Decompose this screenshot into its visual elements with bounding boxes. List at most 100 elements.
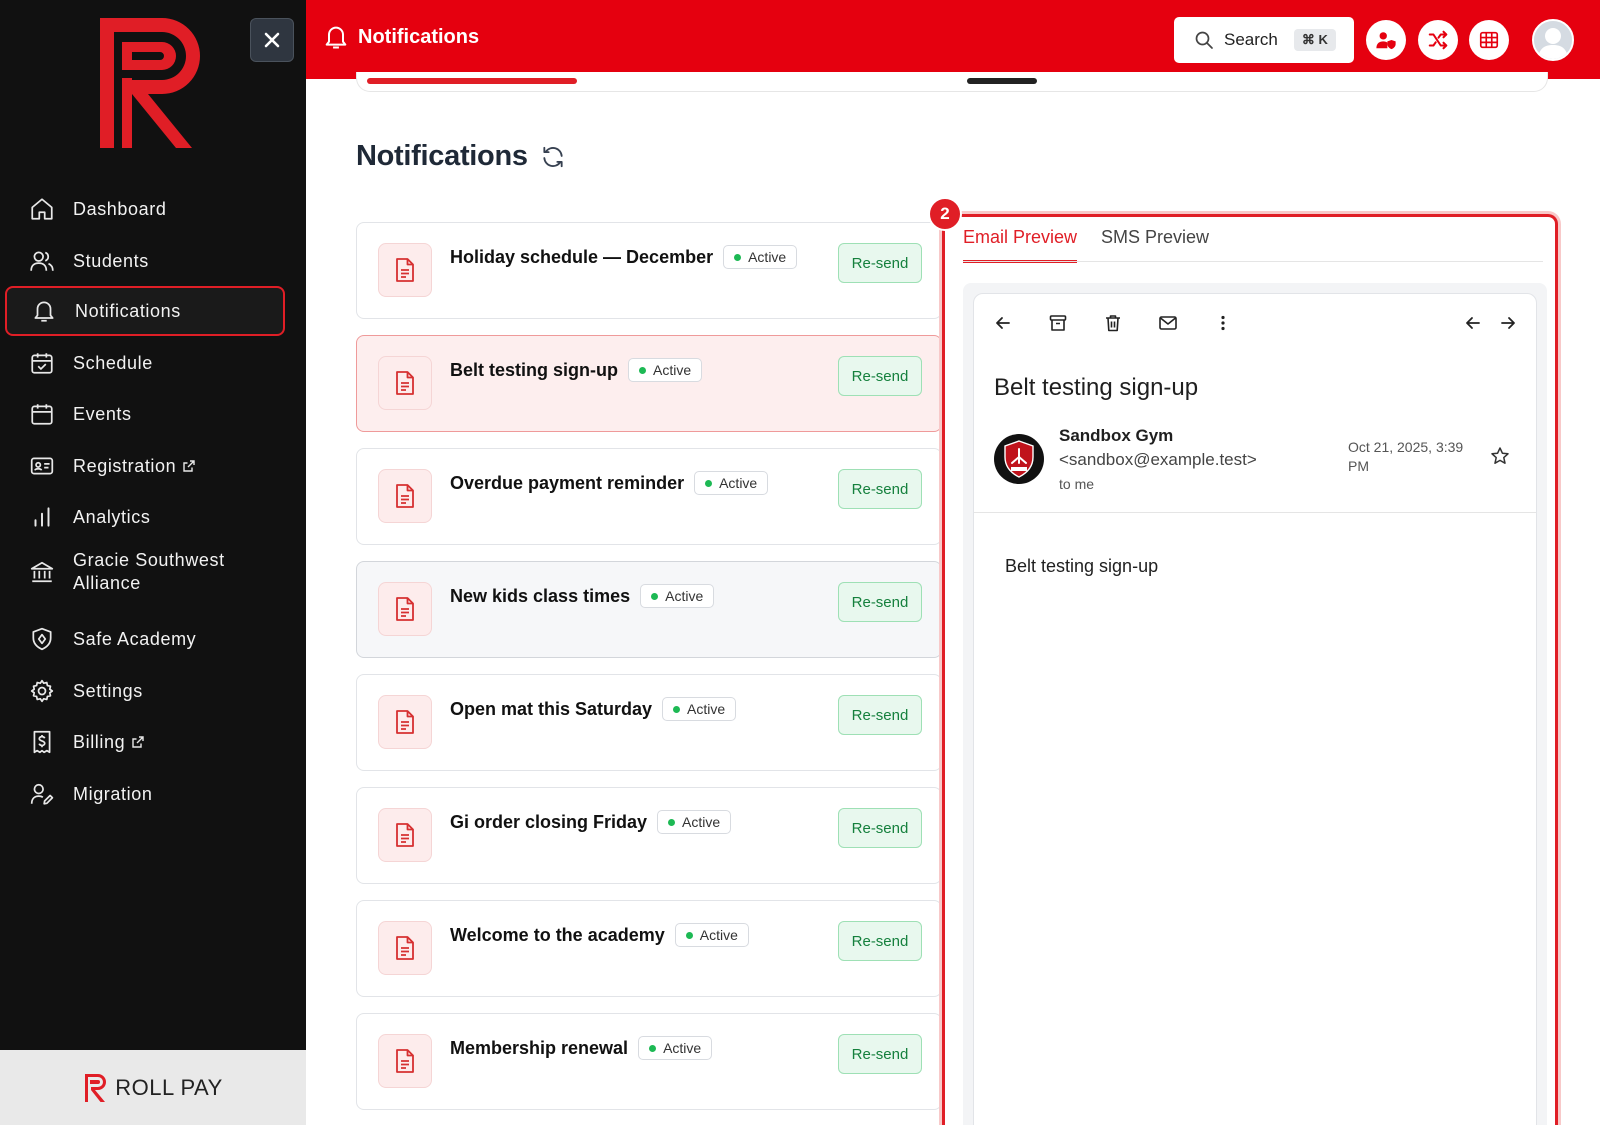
sidebar-item-label: Gracie Southwest Alliance: [73, 550, 225, 593]
external-link-icon: [131, 735, 145, 749]
status-text: Active: [665, 588, 704, 604]
notification-title: Membership renewal: [450, 1037, 629, 1058]
gym-shield-logo-icon: [1004, 440, 1034, 478]
email-header-divider: [974, 512, 1536, 513]
document-icon: [378, 695, 432, 749]
shield-icon: [27, 624, 57, 654]
status-dot-icon: [668, 818, 676, 826]
notification-card[interactable]: Welcome to the academy Active Re-send: [356, 900, 942, 997]
close-sidebar-button[interactable]: [250, 18, 294, 62]
grid-table-button[interactable]: [1469, 20, 1509, 60]
tab-email-preview[interactable]: Email Preview: [963, 227, 1078, 263]
status-badge: Active: [674, 923, 749, 947]
sidebar-item-students[interactable]: Students: [5, 236, 285, 286]
rollpay-wordmark: ROLL PAY: [115, 1074, 223, 1100]
search-shortcut-badge: ⌘ K: [1293, 29, 1336, 51]
more-vertical-icon[interactable]: [1210, 310, 1236, 336]
sidebar-item-settings[interactable]: Settings: [5, 666, 285, 716]
email-body: Belt testing sign-up: [1005, 556, 1159, 576]
avatar[interactable]: [1532, 19, 1574, 61]
sidebar-item-notifications[interactable]: Notifications: [5, 286, 285, 336]
notification-card[interactable]: Open mat this Saturday Active Re-send: [356, 674, 942, 771]
status-text: Active: [699, 927, 738, 943]
home-icon: [27, 194, 57, 224]
status-badge: Active: [638, 1036, 713, 1060]
search-button[interactable]: Search ⌘ K: [1174, 17, 1354, 63]
bank-icon: [27, 557, 57, 587]
sidebar-item-label: Notifications: [75, 300, 181, 321]
status-badge: Active: [657, 810, 732, 834]
document-icon: [378, 356, 432, 410]
notification-title: Overdue payment reminder: [450, 472, 685, 493]
page-title-group: Notifications: [356, 140, 566, 173]
sidebar-item-gracie-southwest-alliance[interactable]: Gracie Southwest Alliance: [5, 542, 285, 602]
notification-card[interactable]: Holiday schedule — December Active Re-send: [356, 222, 942, 319]
user-edit-icon: [27, 779, 57, 809]
search-icon: [1195, 31, 1213, 49]
user-shield-button[interactable]: [1366, 20, 1406, 60]
gear-icon: [27, 676, 57, 706]
sidebar-item-schedule[interactable]: Schedule: [5, 338, 285, 388]
status-text: Active: [653, 362, 692, 378]
recipient-label: to me: [1059, 476, 1095, 492]
resend-button[interactable]: Re-send: [838, 356, 922, 396]
notification-card[interactable]: Membership renewal Active Re-send: [356, 1013, 942, 1110]
step-number-badge: 2: [928, 197, 962, 231]
resend-button[interactable]: Re-send: [838, 1034, 922, 1074]
notification-card[interactable]: Overdue payment reminder Active Re-send: [356, 448, 942, 545]
tab-sms-preview[interactable]: SMS Preview: [1101, 227, 1209, 263]
sidebar-item-migration[interactable]: Migration: [5, 769, 285, 819]
calendar-icon: [27, 399, 57, 429]
resend-button[interactable]: Re-send: [838, 582, 922, 622]
document-icon: [378, 243, 432, 297]
sidebar-item-registration[interactable]: Registration: [5, 441, 285, 491]
sender-email: <sandbox@example.test>: [1059, 450, 1257, 469]
resend-button[interactable]: Re-send: [838, 921, 922, 961]
star-icon[interactable]: [1490, 446, 1510, 471]
sidebar-item-label: Billing: [73, 731, 126, 752]
sidebar-item-label: Registration: [73, 455, 177, 476]
sidebar-footer-brand: ROLL PAY: [0, 1050, 306, 1125]
resend-button[interactable]: Re-send: [838, 695, 922, 735]
document-icon: [378, 921, 432, 975]
shuffle-button[interactable]: [1418, 20, 1458, 60]
notification-card[interactable]: Gi order closing Friday Active Re-send: [356, 787, 942, 884]
sidebar-item-billing[interactable]: Billing: [5, 717, 285, 767]
resend-button[interactable]: Re-send: [838, 243, 922, 283]
notification-title: New kids class times: [450, 585, 631, 606]
status-dot-icon: [639, 366, 646, 374]
sidebar-item-dashboard[interactable]: Dashboard: [5, 184, 285, 234]
resend-button[interactable]: Re-send: [838, 808, 922, 848]
status-badge: Active: [694, 471, 769, 495]
billing-icon: [27, 727, 57, 757]
trash-icon[interactable]: [1100, 310, 1126, 336]
search-label: Search: [1224, 30, 1278, 49]
resend-button[interactable]: Re-send: [838, 469, 922, 509]
previous-email-icon[interactable]: [1460, 310, 1486, 336]
notification-card[interactable]: Belt testing sign-up Active Re-send: [356, 335, 942, 432]
page-title: Notifications: [356, 140, 528, 172]
status-text: Active: [687, 701, 726, 717]
bell-icon: [29, 296, 59, 326]
notification-title: Open mat this Saturday: [450, 698, 653, 719]
notification-title-row: Open mat this Saturday Active: [450, 697, 737, 721]
notification-title: Welcome to the academy: [450, 924, 665, 945]
sidebar-item-analytics[interactable]: Analytics: [5, 492, 285, 542]
notification-title-row: Welcome to the academy Active: [450, 923, 749, 947]
archive-icon[interactable]: [1045, 310, 1071, 336]
user-shield-icon: [1376, 32, 1396, 50]
top-card-red-bar: [367, 78, 577, 84]
refresh-icon[interactable]: [540, 144, 566, 170]
back-arrow-icon[interactable]: [990, 310, 1016, 336]
sidebar-item-safe-academy[interactable]: Safe Academy: [5, 614, 285, 664]
status-badge: Active: [640, 584, 715, 608]
sender-avatar: [994, 434, 1044, 484]
brand-logo-icon[interactable]: [92, 12, 212, 154]
sidebar-item-events[interactable]: Events: [5, 389, 285, 439]
status-dot-icon: [649, 1044, 657, 1052]
notification-card[interactable]: New kids class times Active Re-send: [356, 561, 942, 658]
next-email-icon[interactable]: [1495, 310, 1521, 336]
status-badge: Active: [723, 245, 798, 269]
sidebar-item-label: Migration: [73, 783, 153, 804]
mail-icon[interactable]: [1155, 310, 1181, 336]
